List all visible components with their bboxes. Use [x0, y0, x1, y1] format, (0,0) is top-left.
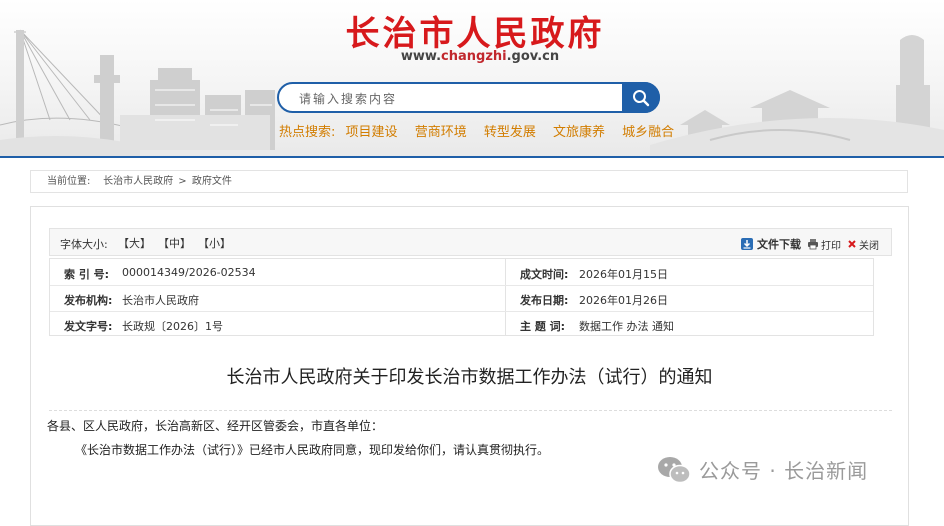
- document-metadata-table: 索 引 号: 000014349/2026-02534 成文时间: 2026年0…: [49, 258, 874, 336]
- created-date-value: 2026年01月15日: [579, 268, 668, 281]
- hot-search-bar: 热点搜索: 项目建设 营商环境 转型发展 文旅康养 城乡融合: [279, 121, 687, 140]
- printer-icon: [808, 239, 818, 250]
- font-size-large-button[interactable]: 【大】: [118, 235, 151, 251]
- font-size-label: 字体大小:: [60, 238, 108, 251]
- subject-keywords-label: 主 题 词:: [520, 320, 566, 333]
- article-toolbar: 字体大小: 【大】 【中】 【小】 文件下载 打印 关闭: [49, 228, 892, 256]
- toolbar-actions: 文件下载 打印 关闭: [734, 236, 879, 252]
- hot-search-item[interactable]: 项目建设: [346, 125, 398, 140]
- breadcrumb: 当前位置: 长治市人民政府 > 政府文件: [30, 170, 908, 193]
- print-button[interactable]: 打印: [807, 237, 841, 252]
- breadcrumb-item-documents[interactable]: 政府文件: [192, 176, 232, 187]
- wechat-watermark: 公众号 · 长治新闻: [657, 455, 868, 484]
- title-divider: [49, 410, 892, 412]
- site-url: www.changzhi.gov.cn: [380, 49, 580, 64]
- publish-date-label: 发布日期:: [520, 294, 569, 307]
- search-input[interactable]: [297, 89, 621, 109]
- download-icon: [741, 238, 753, 250]
- hot-search-label: 热点搜索:: [279, 125, 336, 140]
- city-skyline-right-image: [650, 35, 944, 156]
- search-icon: [633, 89, 650, 106]
- city-skyline-left-image: [0, 29, 275, 156]
- hot-search-item[interactable]: 营商环境: [415, 125, 467, 140]
- document-salutation: 各县、区人民政府，长治高新区、经开区管委会，市直各单位：: [47, 419, 384, 433]
- index-number-label: 索 引 号:: [64, 268, 110, 281]
- close-icon: [848, 240, 856, 248]
- hot-search-item[interactable]: 转型发展: [484, 125, 536, 140]
- issuing-org-value: 长治市人民政府: [122, 294, 199, 307]
- site-header: 长治市人民政府 www.changzhi.gov.cn 热点搜索: 项目建设 营…: [0, 0, 944, 158]
- meta-row: 索 引 号: 000014349/2026-02534 成文时间: 2026年0…: [50, 259, 873, 286]
- index-number-value: 000014349/2026-02534: [122, 266, 256, 279]
- print-label: 打印: [821, 240, 841, 252]
- watermark-text: 公众号 · 长治新闻: [699, 459, 869, 483]
- search-button[interactable]: [622, 82, 660, 113]
- breadcrumb-label: 当前位置:: [47, 176, 91, 187]
- url-highlight: changzhi: [441, 49, 507, 64]
- hot-search-item[interactable]: 城乡融合: [622, 125, 674, 140]
- search-box: [277, 82, 660, 113]
- wechat-icon: [658, 456, 691, 483]
- font-size-small-button[interactable]: 【小】: [198, 235, 231, 251]
- meta-row: 发布机构: 长治市人民政府 发布日期: 2026年01月26日: [50, 285, 873, 312]
- subject-keywords-value: 数据工作 办法 通知: [579, 320, 674, 333]
- breadcrumb-separator: >: [178, 176, 187, 187]
- font-size-medium-button[interactable]: 【中】: [158, 235, 191, 251]
- document-number-value: 长政规〔2026〕1号: [122, 320, 223, 333]
- header-divider: [0, 156, 944, 158]
- url-prefix: www.: [400, 49, 442, 64]
- created-date-label: 成文时间:: [520, 268, 569, 281]
- site-title: 长治市人民政府: [345, 14, 605, 54]
- document-title: 长治市人民政府关于印发长治市数据工作办法（试行）的通知: [226, 367, 713, 388]
- close-button[interactable]: 关闭: [847, 237, 879, 252]
- download-label: 文件下载: [757, 238, 801, 251]
- publish-date-value: 2026年01月26日: [579, 294, 668, 307]
- close-label: 关闭: [859, 240, 879, 252]
- document-paragraph: 《长治市数据工作办法（试行）》已经市人民政府同意，现印发给你们，请认真贯彻执行。: [75, 443, 550, 457]
- url-suffix: .gov.cn: [506, 49, 560, 64]
- breadcrumb-item-home[interactable]: 长治市人民政府: [103, 176, 173, 187]
- document-number-label: 发文字号:: [64, 320, 113, 333]
- issuing-org-label: 发布机构:: [64, 294, 113, 307]
- meta-row: 发文字号: 长政规〔2026〕1号 主 题 词: 数据工作 办法 通知: [50, 311, 873, 337]
- download-button[interactable]: 文件下载: [740, 236, 801, 252]
- hot-search-item[interactable]: 文旅康养: [553, 125, 605, 140]
